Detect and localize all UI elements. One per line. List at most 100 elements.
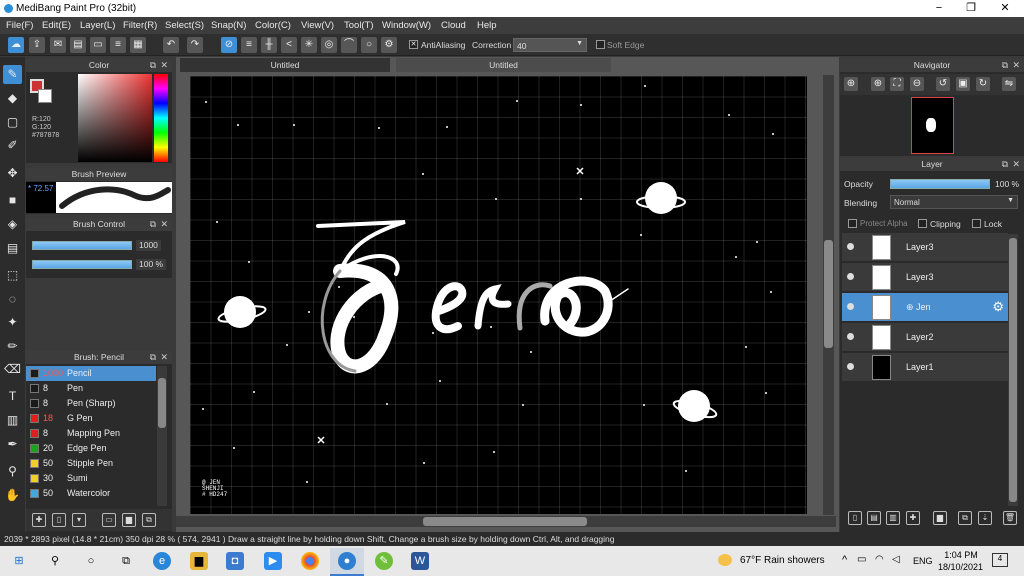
green-app-icon[interactable]: ✎ (375, 552, 393, 570)
visibility-eye-icon[interactable] (847, 303, 854, 310)
scrollbar-thumb[interactable] (158, 378, 166, 428)
tab-untitled-2[interactable]: Untitled (396, 58, 611, 72)
brush-item[interactable]: 8 Pen (26, 381, 156, 396)
layer-opacity-value[interactable]: 100 % (995, 179, 1019, 189)
lasso-icon[interactable]: ◌ (3, 290, 22, 309)
move-tool-icon[interactable]: ✥ (3, 164, 22, 183)
zoom-app-icon[interactable]: ▶ (264, 552, 282, 570)
canvas-horizontal-scrollbar[interactable] (176, 516, 836, 527)
task-view-icon[interactable]: ⧉ (117, 552, 135, 570)
notification-icon[interactable]: 4 (992, 553, 1008, 567)
menu-color[interactable]: Color(C) (255, 20, 291, 31)
detach-icon[interactable]: ⧉ (150, 351, 156, 364)
share-icon[interactable]: ⇪ (29, 37, 45, 53)
layer-scrollbar[interactable] (1008, 234, 1018, 506)
select-eraser-icon[interactable]: ⌫ (3, 360, 22, 379)
menu-view[interactable]: View(V) (301, 20, 334, 31)
parallel-snap-icon[interactable]: ≡ (241, 37, 257, 53)
brush-folder-icon[interactable]: ▆ (122, 513, 136, 527)
close-button[interactable]: ✕ (990, 1, 1020, 16)
eraser-tool-icon[interactable]: ◆ (3, 89, 22, 108)
zoom-in-alt-icon[interactable]: ⊕ (871, 77, 885, 91)
file-explorer-icon[interactable]: ▆ (190, 552, 208, 570)
close-icon[interactable]: ✕ (160, 351, 168, 364)
tab-untitled-1[interactable]: Untitled (180, 58, 390, 72)
brush-opacity-slider[interactable] (32, 260, 132, 269)
brush-opacity-value[interactable]: 100 % (136, 259, 167, 270)
tray-app-icon[interactable]: ▭ (857, 554, 866, 565)
brush-item[interactable]: 20 Edge Pen (26, 441, 156, 456)
volume-icon[interactable]: ◁ (892, 554, 900, 565)
cortana-icon[interactable]: ○ (82, 552, 100, 570)
magic-wand-icon[interactable]: ✦ (3, 313, 22, 332)
brush-size-value[interactable]: 1000 (136, 240, 161, 251)
navigator-thumbnail[interactable] (911, 97, 954, 154)
close-icon[interactable]: ✕ (160, 59, 168, 72)
cross-snap-icon[interactable]: ╫ (261, 37, 277, 53)
cloud-icon[interactable]: ☁ (8, 37, 24, 53)
hue-slider[interactable] (154, 74, 168, 162)
visibility-eye-icon[interactable] (847, 273, 854, 280)
page-icon[interactable]: ▭ (90, 37, 106, 53)
grid-icon[interactable]: ▦ (130, 37, 146, 53)
protect-alpha-checkbox[interactable] (848, 219, 857, 228)
brush-copy-icon[interactable]: ▭ (102, 513, 116, 527)
brush-duplicate-icon[interactable]: ⧉ (142, 513, 156, 527)
rotate-right-icon[interactable]: ↻ (976, 77, 990, 91)
clock-date[interactable]: 18/10/2021 (938, 562, 983, 572)
menu-cloud[interactable]: Cloud (441, 20, 466, 31)
layer-scroll-thumb[interactable] (1009, 238, 1017, 502)
menu-edit[interactable]: Edit(E) (42, 20, 71, 31)
brush-item[interactable]: 18 G Pen (26, 411, 156, 426)
color-saturation-picker[interactable] (78, 74, 152, 162)
menu-window[interactable]: Window(W) (382, 20, 431, 31)
drawing-canvas[interactable]: @ JEN SHENJI # HD247 (190, 76, 807, 514)
snap-off-icon[interactable]: ⊘ (221, 37, 237, 53)
detach-icon[interactable]: ⧉ (1002, 158, 1008, 171)
lock-checkbox[interactable] (972, 219, 981, 228)
network-icon[interactable]: ◠ (875, 554, 884, 565)
select-pen-icon[interactable]: ✏ (3, 337, 22, 356)
layer-opacity-slider[interactable] (890, 179, 990, 189)
tray-chevron-icon[interactable]: ^ (842, 554, 847, 566)
word-icon[interactable]: W (411, 552, 429, 570)
eyedropper-icon[interactable]: ✒ (3, 435, 22, 454)
brush-menu-icon[interactable]: ▾ (72, 513, 86, 527)
store-icon[interactable]: ◘ (226, 552, 244, 570)
new-layer-icon[interactable]: ▯ (848, 511, 862, 525)
fit-window-icon[interactable]: ▣ (956, 77, 970, 91)
duplicate-layer-icon[interactable]: ⧉ (958, 511, 972, 525)
language-indicator[interactable]: ENG (913, 556, 933, 566)
brush-item[interactable]: 30 Sumi (26, 471, 156, 486)
menu-snap[interactable]: Snap(N) (211, 20, 246, 31)
menu-help[interactable]: Help (477, 20, 497, 31)
layer-row[interactable]: Layer3 (842, 263, 1008, 292)
windows-start-icon[interactable]: ⊞ (10, 552, 28, 570)
menu-select[interactable]: Select(S) (165, 20, 204, 31)
dot-tool-icon[interactable]: ▢ (3, 113, 22, 132)
hand-tool-icon[interactable]: ✋ (3, 486, 22, 505)
fill-rect-tool-icon[interactable]: ■ (3, 191, 22, 210)
menu-filter[interactable]: Filter(R) (123, 20, 157, 31)
layer-row[interactable]: Layer1 (842, 353, 1008, 382)
detach-icon[interactable]: ⧉ (150, 59, 156, 72)
comment-icon[interactable]: ✉ (50, 37, 66, 53)
rotate-left-icon[interactable]: ↺ (936, 77, 950, 91)
detach-icon[interactable]: ⧉ (150, 218, 156, 231)
merge-layer-icon[interactable]: ⇣ (978, 511, 992, 525)
layer-row[interactable]: ⊕ Jen ⚙ (842, 293, 1008, 322)
new-brush-icon[interactable]: ▯ (52, 513, 66, 527)
brush-item[interactable]: 8 Pen (Sharp) (26, 396, 156, 411)
delete-layer-icon[interactable]: 🗑 (1003, 511, 1017, 525)
zoom-in-icon[interactable]: ⊕ (844, 77, 858, 91)
close-icon[interactable]: ✕ (160, 218, 168, 231)
brush-tool-icon[interactable]: ✎ (3, 65, 22, 84)
brush-list-scrollbar[interactable] (157, 366, 167, 506)
bucket-tool-icon[interactable]: ◈ (3, 215, 22, 234)
divide-tool-icon[interactable]: ▥ (3, 411, 22, 430)
brush-item[interactable]: 1000 Pencil (26, 366, 156, 381)
vanishing-point-icon[interactable]: < (281, 37, 297, 53)
select-rect-icon[interactable]: ⬚ (3, 266, 22, 285)
redo-icon[interactable]: ↷ (187, 37, 203, 53)
brush-item[interactable]: 50 Watercolor (26, 486, 156, 501)
